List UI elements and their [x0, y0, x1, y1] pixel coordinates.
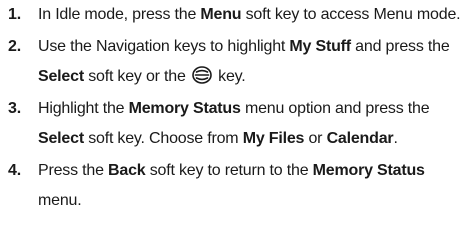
- step-text: soft key to access Menu mode.: [241, 6, 461, 23]
- step-number: 4.: [8, 162, 21, 179]
- key-name-select: Select: [38, 130, 84, 147]
- step-number: 1.: [8, 6, 21, 23]
- key-name-back: Back: [108, 162, 146, 179]
- step-text: menu.: [38, 192, 82, 209]
- step-text: Use the Navigation keys to highlight: [38, 38, 290, 55]
- step-text: and press the: [350, 38, 450, 55]
- step-2: 2. Use the Navigation keys to highlight …: [0, 32, 464, 92]
- instruction-steps: 1. In Idle mode, press the Menu soft key…: [0, 0, 464, 216]
- step-text: In Idle mode, press the: [38, 6, 201, 23]
- step-text: or: [304, 130, 327, 147]
- step-text: soft key or the: [83, 68, 190, 85]
- navigation-select-key-icon: [192, 66, 212, 84]
- menu-name-memory-status: Memory Status: [128, 100, 241, 117]
- menu-name-my-stuff: My Stuff: [289, 38, 351, 55]
- key-name-select: Select: [38, 68, 84, 85]
- step-4: 4. Press the Back soft key to return to …: [0, 156, 464, 216]
- step-text: Press the: [38, 162, 109, 179]
- step-text: .: [393, 130, 398, 147]
- key-name-menu: Menu: [200, 6, 242, 23]
- option-calendar: Calendar: [326, 130, 394, 147]
- step-text: Highlight the: [38, 100, 129, 117]
- step-text: soft key. Choose from: [83, 130, 243, 147]
- step-text: menu option and press the: [240, 100, 430, 117]
- step-1: 1. In Idle mode, press the Menu soft key…: [0, 0, 464, 30]
- step-text: key.: [213, 68, 246, 85]
- step-number: 2.: [8, 38, 21, 55]
- step-3: 3. Highlight the Memory Status menu opti…: [0, 94, 464, 154]
- option-my-files: My Files: [242, 130, 305, 147]
- step-text: soft key to return to the: [145, 162, 313, 179]
- menu-name-memory-status: Memory Status: [312, 162, 425, 179]
- step-number: 3.: [8, 100, 21, 117]
